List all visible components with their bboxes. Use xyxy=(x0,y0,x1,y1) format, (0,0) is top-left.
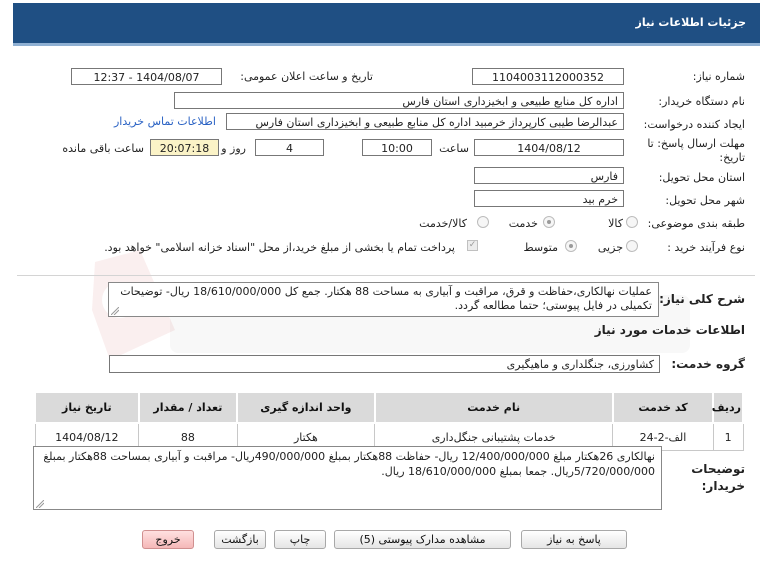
need-number-label: شماره نیاز: xyxy=(692,70,745,83)
remaining-time-field: 20:07:18 xyxy=(150,139,219,156)
attachments-button[interactable]: مشاهده مدارک پیوستی (5) xyxy=(334,530,511,549)
resize-grip-icon[interactable] xyxy=(36,500,44,508)
summary-field: عملیات نهالکاری،حفاظت و قرق، مراقبت و آب… xyxy=(108,282,659,317)
category-option-goods-label: کالا xyxy=(608,217,623,230)
deadline-label-line1: مهلت ارسال پاسخ: تا xyxy=(647,137,745,150)
print-button[interactable]: چاپ xyxy=(274,530,326,549)
service-group-label: گروه خدمت: xyxy=(671,357,745,371)
buyer-notes-label-line1: توضیحات xyxy=(691,462,745,476)
category-option-both-label: کالا/خدمت xyxy=(419,217,467,230)
table-header-row: ردیف کد خدمت نام خدمت واحد اندازه گیری ت… xyxy=(34,391,744,424)
col-header-date: تاریخ نیاز xyxy=(34,391,140,424)
reply-button[interactable]: پاسخ به نیاز xyxy=(521,530,627,549)
payment-checkbox[interactable]: ✓ xyxy=(467,240,478,251)
days-field: 4 xyxy=(255,139,324,156)
summary-text: عملیات نهالکاری،حفاظت و قرق، مراقبت و آب… xyxy=(120,285,652,312)
cell-row: 1 xyxy=(712,422,744,451)
resize-grip-icon[interactable] xyxy=(111,307,119,315)
category-label: طبقه بندی موضوعی: xyxy=(647,217,745,230)
exit-button[interactable]: خروج xyxy=(142,530,194,549)
province-label: استان محل تحویل: xyxy=(658,171,745,184)
page-title: جزئیات اطلاعات نیاز xyxy=(635,16,747,29)
buyer-contact-link[interactable]: اطلاعات تماس خریدار xyxy=(114,115,216,128)
col-header-name: نام خدمت xyxy=(373,391,614,424)
deadline-date-field: 1404/08/12 xyxy=(474,139,624,156)
city-field: خرم بید xyxy=(474,190,624,207)
buyer-notes-label-line2: خریدار: xyxy=(701,479,745,493)
col-header-row: ردیف xyxy=(712,391,744,424)
divider xyxy=(17,275,755,276)
requester-field: عبدالرضا طیبی کارپرداز خرمبید اداره کل م… xyxy=(226,113,624,130)
requester-label: ایجاد کننده درخواست: xyxy=(643,118,745,131)
col-header-code: کد خدمت xyxy=(611,391,715,424)
col-header-unit: واحد اندازه گیری xyxy=(236,391,376,424)
process-option-medium-label: متوسط xyxy=(523,241,558,254)
buyer-notes-field: نهالکاری 26هکتار مبلغ 12/400/000/000 ریا… xyxy=(33,446,662,510)
page-header: جزئیات اطلاعات نیاز xyxy=(13,3,760,46)
category-radio-goods[interactable] xyxy=(626,216,638,228)
city-label: شهر محل تحویل: xyxy=(665,194,745,207)
process-radio-minor[interactable] xyxy=(626,240,638,252)
remaining-label: ساعت باقی مانده xyxy=(62,142,144,155)
category-radio-service[interactable] xyxy=(543,216,555,228)
process-option-minor-label: جزیی xyxy=(597,241,623,254)
need-number-field: 1104003112000352 xyxy=(472,68,624,85)
process-label: نوع فرآیند خرید : xyxy=(667,241,745,254)
service-group-field: کشاورزی، جنگلداری و ماهیگیری xyxy=(109,355,660,373)
buyer-org-label: نام دستگاه خریدار: xyxy=(658,95,745,108)
days-label: روز و xyxy=(221,142,246,155)
announce-datetime-field: 1404/08/07 - 12:37 xyxy=(71,68,222,85)
province-field: فارس xyxy=(474,167,624,184)
category-option-service-label: خدمت xyxy=(508,217,538,230)
category-radio-both[interactable] xyxy=(477,216,489,228)
buyer-org-field: اداره کل منابع طبیعی و ابخیزداری استان ف… xyxy=(174,92,624,109)
buyer-notes-text: نهالکاری 26هکتار مبلغ 12/400/000/000 ریا… xyxy=(43,450,655,478)
payment-note: پرداخت تمام یا بخشی از مبلغ خرید،از محل … xyxy=(104,241,455,254)
deadline-time-field: 10:00 xyxy=(362,139,432,156)
back-button[interactable]: بازگشت xyxy=(214,530,266,549)
services-section-title: اطلاعات خدمات مورد نیاز xyxy=(594,323,745,337)
process-radio-medium[interactable] xyxy=(565,240,577,252)
summary-label: شرح کلی نیاز: xyxy=(659,292,745,306)
announce-datetime-label: تاریخ و ساعت اعلان عمومی: xyxy=(240,70,373,83)
services-table: ردیف کد خدمت نام خدمت واحد اندازه گیری ت… xyxy=(34,391,744,451)
deadline-label-line2: تاریخ: xyxy=(719,151,745,164)
col-header-qty: تعداد / مقدار xyxy=(137,391,239,424)
time-label: ساعت xyxy=(439,142,469,155)
